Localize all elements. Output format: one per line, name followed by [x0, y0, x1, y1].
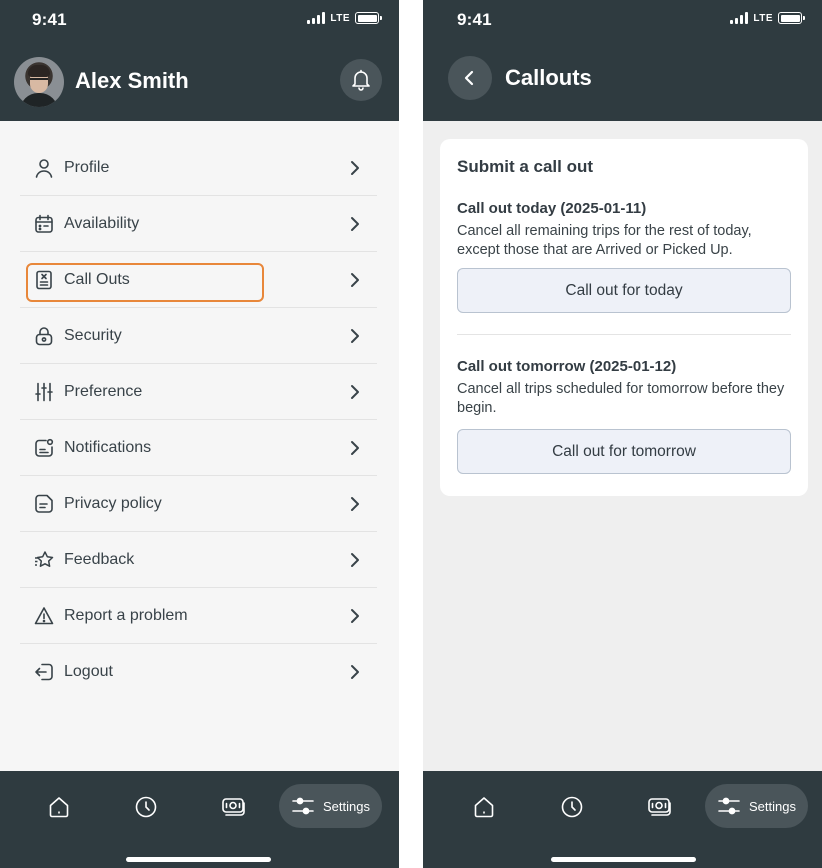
calendar-icon: [32, 212, 56, 236]
tab-earnings[interactable]: [219, 792, 249, 822]
menu-item-preference[interactable]: Preference: [20, 364, 377, 420]
bell-icon: [352, 69, 370, 91]
chevron-right-icon: [351, 273, 359, 287]
menu-item-label: Report a problem: [64, 606, 188, 624]
chevron-right-icon: [351, 553, 359, 567]
tab-history[interactable]: [131, 792, 161, 822]
clock-icon: [135, 796, 157, 818]
chevron-right-icon: [351, 609, 359, 623]
chevron-right-icon: [351, 161, 359, 175]
menu-item-privacy-policy[interactable]: Privacy policy: [20, 476, 377, 532]
tab-earnings[interactable]: [645, 792, 675, 822]
status-icons: LTE: [730, 12, 805, 24]
chevron-left-icon: [464, 70, 474, 86]
status-bar: 9:41 LTE: [423, 0, 822, 40]
tab-bar: Settings: [423, 771, 822, 868]
tab-settings[interactable]: Settings: [279, 784, 382, 828]
chevron-right-icon: [351, 385, 359, 399]
menu-item-label: Call Outs: [64, 270, 130, 288]
tab-bar: Settings: [0, 771, 399, 868]
callouts-header: 9:41 LTE Callouts: [423, 0, 822, 121]
status-time: 9:41: [32, 10, 67, 29]
callout-today-button[interactable]: Call out for today: [457, 268, 791, 313]
signal-icon: [307, 12, 326, 24]
home-indicator: [551, 857, 696, 862]
settings-menu: Profile Availability Call Outs Security: [20, 140, 377, 700]
settings-header: 9:41 LTE Alex Smith: [0, 0, 399, 121]
home-icon: [474, 797, 494, 818]
chevron-right-icon: [351, 441, 359, 455]
menu-item-label: Notifications: [64, 438, 152, 456]
clock-icon: [561, 796, 583, 818]
tab-settings[interactable]: Settings: [705, 784, 808, 828]
settings-sliders-icon: [718, 797, 740, 815]
menu-item-availability[interactable]: Availability: [20, 196, 377, 252]
chevron-right-icon: [351, 497, 359, 511]
menu-item-security[interactable]: Security: [20, 308, 377, 364]
menu-item-label: Logout: [64, 663, 113, 680]
document-icon: [32, 492, 56, 516]
menu-item-notifications[interactable]: Notifications: [20, 420, 377, 476]
notifications-button[interactable]: [340, 59, 382, 101]
callout-tomorrow-button[interactable]: Call out for tomorrow: [457, 429, 791, 474]
money-icon: [648, 798, 671, 816]
tab-home[interactable]: [44, 792, 74, 822]
callouts-screen: 9:41 LTE Callouts Submit a call out Call…: [423, 0, 822, 868]
signal-icon: [730, 12, 749, 24]
callout-today-title: Call out today (2025-01-11): [457, 200, 647, 217]
user-name: Alex Smith: [75, 68, 189, 93]
home-icon: [49, 797, 69, 818]
menu-item-profile[interactable]: Profile: [20, 140, 377, 196]
divider: [457, 334, 791, 335]
home-indicator: [126, 857, 271, 862]
page-title: Callouts: [505, 65, 592, 90]
lock-icon: [32, 324, 56, 348]
avatar[interactable]: [14, 57, 64, 107]
settings-screen: 9:41 LTE Alex Smith Profile Availability…: [0, 0, 399, 868]
menu-item-feedback[interactable]: Feedback: [20, 532, 377, 588]
chevron-right-icon: [351, 217, 359, 231]
tab-history[interactable]: [557, 792, 587, 822]
menu-item-report-a-problem[interactable]: Report a problem: [20, 588, 377, 644]
network-label: LTE: [753, 12, 773, 24]
sliders-icon: [32, 380, 56, 404]
settings-sliders-icon: [292, 797, 314, 815]
menu-item-label: Feedback: [64, 550, 135, 568]
callout-tomorrow-title: Call out tomorrow (2025-01-12): [457, 358, 677, 375]
warning-icon: [32, 604, 56, 628]
callout-document-icon: [32, 268, 56, 292]
menu-item-label: Security: [64, 326, 122, 344]
star-icon: [32, 548, 56, 572]
chevron-right-icon: [351, 665, 359, 679]
menu-item-label: Preference: [64, 382, 143, 400]
menu-item-call-outs[interactable]: Call Outs: [20, 252, 377, 308]
battery-icon: [355, 12, 382, 24]
notification-icon: [32, 436, 56, 460]
menu-item-label: Privacy policy: [64, 494, 162, 512]
status-icons: LTE: [307, 12, 382, 24]
card-title: Submit a call out: [457, 157, 594, 176]
battery-icon: [778, 12, 805, 24]
tab-settings-label: Settings: [323, 798, 370, 814]
tab-settings-label: Settings: [749, 798, 796, 814]
network-label: LTE: [330, 12, 350, 24]
menu-item-label: Profile: [64, 158, 110, 176]
menu-item-logout[interactable]: Logout: [20, 644, 377, 700]
money-icon: [222, 798, 245, 816]
back-button[interactable]: [448, 56, 492, 100]
person-icon: [32, 156, 56, 180]
chevron-right-icon: [351, 329, 359, 343]
tab-home[interactable]: [469, 792, 499, 822]
callout-today-description: Cancel all remaining trips for the rest …: [457, 223, 752, 258]
callout-card: Submit a call out Call out today (2025-0…: [440, 139, 808, 496]
status-bar: 9:41 LTE: [0, 0, 399, 40]
status-time: 9:41: [457, 10, 492, 29]
callout-tomorrow-description: Cancel all trips scheduled for tomorrow …: [457, 381, 785, 416]
menu-item-label: Availability: [64, 214, 140, 232]
logout-icon: [32, 660, 56, 684]
